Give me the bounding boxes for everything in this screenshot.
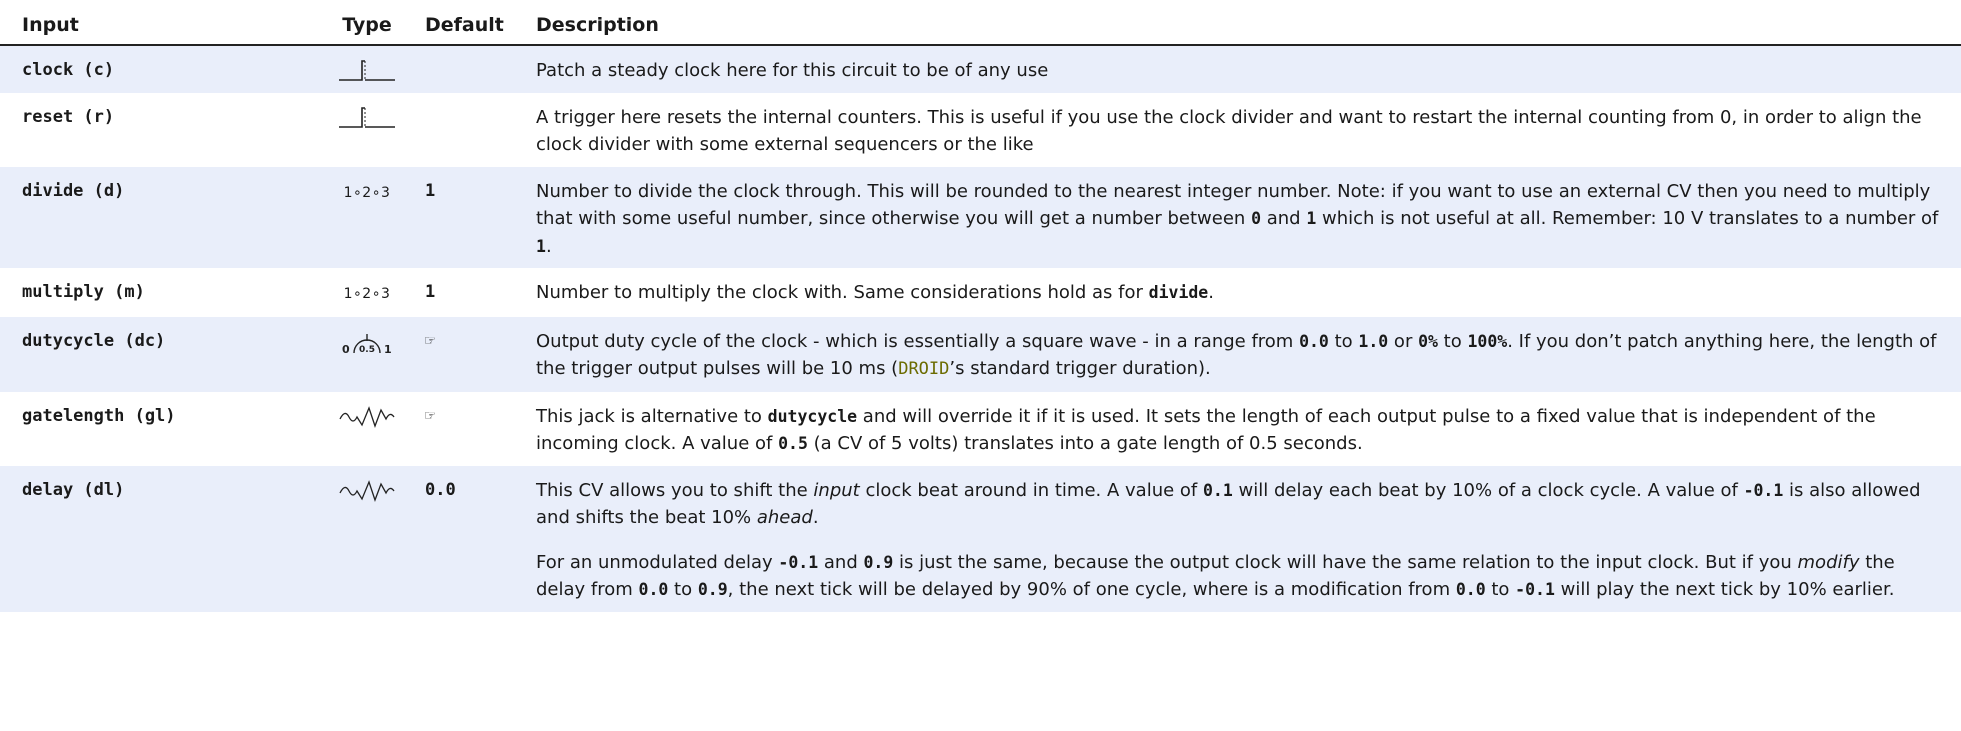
description: This jack is alternative to dutycycle an… — [536, 405, 1876, 455]
type-cell: 1∘2∘3 — [310, 166, 424, 268]
default-value — [424, 93, 534, 167]
description: Output duty cycle of the clock - which i… — [534, 316, 1961, 392]
type-cell — [310, 392, 424, 466]
table-row: clock (c) Patch a steady clock here for … — [0, 45, 1961, 93]
table-row: delay (dl) 0.0 This CV allows you to shi… — [0, 465, 1961, 612]
type-cell — [310, 45, 424, 93]
description: Patch a steady clock here for this circu… — [534, 45, 1961, 93]
type-cell — [310, 93, 424, 167]
default-value: 1 — [424, 166, 534, 268]
trigger-icon — [339, 106, 395, 128]
cv-wave-icon — [339, 405, 395, 428]
default-value — [424, 45, 534, 93]
header-type: Type — [310, 0, 424, 46]
header-input: Input — [0, 0, 310, 46]
table-row: divide (d) 1∘2∘3 1 Number to divide the … — [0, 166, 1961, 268]
type-cell: 0 0.5 1 — [310, 316, 424, 392]
input-name: divide (d) — [0, 166, 310, 268]
table-row: gatelength (gl) ☞ This jack is alternati… — [0, 392, 1961, 466]
svg-text:0.5: 0.5 — [359, 345, 375, 355]
description: A trigger here resets the internal count… — [536, 106, 1922, 156]
header-description: Description — [534, 0, 1961, 46]
default-value: 0.0 — [424, 465, 534, 612]
trigger-icon — [339, 60, 395, 81]
description: Number to multiply the clock with. Same … — [536, 282, 1214, 303]
header-default: Default — [424, 0, 534, 46]
cv-wave-icon — [339, 479, 395, 502]
input-name: delay (dl) — [0, 465, 310, 612]
table-row: dutycycle (dc) 0 0.5 1 ☞ Output duty cyc… — [0, 316, 1961, 392]
svg-text:1: 1 — [384, 343, 392, 356]
see-description-icon: ☞ — [425, 405, 436, 426]
droid-name: DROID — [898, 359, 950, 379]
description: This CV allows you to shift the input cl… — [534, 465, 1961, 612]
svg-text:0: 0 — [342, 343, 350, 356]
default-value: 1 — [425, 282, 436, 302]
inputs-table: Input Type Default Description clock (c)… — [0, 0, 1961, 612]
table-row: multiply (m) 1∘2∘3 1 Number to multiply … — [0, 268, 1961, 317]
integer-type-icon: 1∘2∘3 — [343, 184, 391, 201]
input-name: clock (c) — [0, 45, 310, 93]
type-cell: 1∘2∘3 — [310, 268, 424, 317]
fraction-knob-icon: 0 0.5 1 — [342, 333, 392, 356]
description-paragraph: This CV allows you to shift the input cl… — [536, 479, 1921, 529]
description: Number to divide the clock through. This… — [534, 166, 1961, 268]
input-name: reset (r) — [22, 106, 115, 127]
type-cell — [310, 465, 424, 612]
input-name: multiply (m) — [22, 282, 145, 302]
input-name: gatelength (gl) — [22, 405, 176, 426]
see-description-icon: ☞ — [424, 316, 534, 392]
input-name: dutycycle (dc) — [0, 316, 310, 392]
table-row: reset (r) A trigger here resets the inte… — [0, 93, 1961, 167]
description-paragraph: For an unmodulated delay -0.1 and 0.9 is… — [536, 551, 1895, 601]
integer-type-icon: 1∘2∘3 — [343, 286, 391, 302]
table-header-row: Input Type Default Description — [0, 0, 1961, 46]
